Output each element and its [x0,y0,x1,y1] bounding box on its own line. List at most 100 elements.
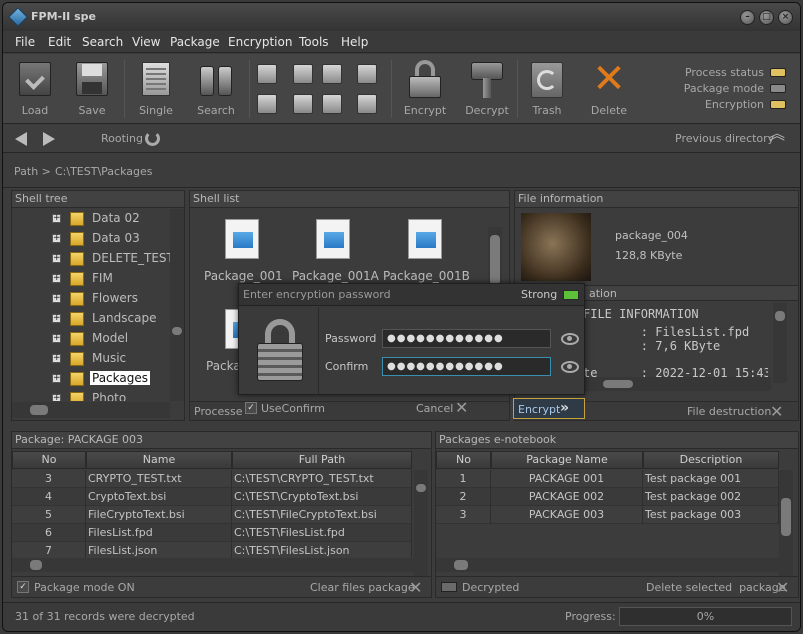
tree-item-selected[interactable]: + Packages [48,369,183,389]
package-thumbnail [521,213,591,281]
package-file-icon[interactable] [408,219,442,259]
tree-item[interactable]: + Photo [48,389,183,401]
process-label: Processe [194,405,243,418]
back-arrow-icon[interactable] [15,132,27,146]
table-row[interactable]: 2 PACKAGE 002 Test package 002 [436,488,779,506]
menu-search[interactable]: Search [82,35,123,49]
password-field[interactable]: ●●●●●●●●●●●● [382,329,551,348]
table-row[interactable]: 6 FilesList.fpd C:\TEST\FilesList.fpd [12,524,412,542]
menu-view[interactable]: View [132,35,160,49]
cancel-button[interactable]: Cancel [416,402,453,415]
table-cell: Test package 003 [643,506,779,524]
show-confirm-eye-icon[interactable] [561,361,579,373]
forward-arrow-icon[interactable] [43,132,55,146]
table-row[interactable]: 3 CRYPTO_TEST.txt C:\TEST\CRYPTO_TEST.txt [12,470,412,488]
load-button[interactable]: Load [9,58,61,120]
tree-vscroll[interactable] [170,209,184,401]
menu-package[interactable]: Package [170,35,220,49]
menu-encryption[interactable]: Encryption [228,35,292,49]
col-header-name[interactable]: Name [86,451,232,469]
folder-icon [70,252,84,266]
minimize-icon[interactable]: – [740,10,755,25]
dialog-header: Enter encryption password Strong [239,284,584,306]
decrypt-button[interactable]: Decrypt [461,58,513,120]
encrypt-dialog-button[interactable]: Encrypt » [513,398,585,419]
table-row[interactable]: 5 FileCryptoText.bsi C:\TEST\FileCryptoTex… [12,506,412,524]
use-confirm-checkbox[interactable]: ✓ [245,402,257,414]
table-row[interactable]: 4 CryptoText.bsi C:\TEST\CryptoText.bsi [12,488,412,506]
tree-item[interactable]: + Music [48,349,183,369]
clear-x-icon[interactable]: ✕ [409,578,422,597]
menu-tools[interactable]: Tools [299,35,329,49]
folder-icon [70,212,84,226]
notebook-panel: Packages e-notebook No Package Name Desc… [435,431,799,598]
table-cell: C:\TEST\FileCryptoText.bsi [232,506,412,524]
table-row[interactable]: 3 PACKAGE 003 Test package 003 [436,506,779,524]
tree-item[interactable]: + DELETE_TEST [48,249,183,269]
trash-button[interactable]: Trash [521,58,573,120]
notebook-vscroll[interactable] [779,470,793,576]
file-name[interactable]: Package_001B [383,269,470,283]
file-name[interactable]: Packa [206,359,241,373]
save-label: Save [78,104,106,117]
shell-tree-title: Shell tree [12,191,184,208]
shell-list-title: Shell list [190,191,509,208]
tools-icon[interactable] [293,94,313,114]
copy-icon[interactable] [257,64,277,84]
package-file-icon[interactable] [225,219,259,259]
delete-package-x-icon[interactable]: ✕ [776,578,789,597]
close-icon[interactable]: × [778,10,793,25]
package-file-icon[interactable] [316,219,350,259]
show-password-eye-icon[interactable] [561,333,579,345]
path-value[interactable]: C:\TEST\Packages [55,165,153,178]
list-icon[interactable] [322,64,342,84]
delete-label: Delete [590,104,628,117]
col-header-full-path[interactable]: Full Path [232,451,412,469]
delete-button[interactable]: ✕ Delete [583,58,635,120]
tree-item[interactable]: + Landscape [48,309,183,329]
folders-icon[interactable] [293,64,313,84]
tree-item[interactable]: + Data 02 [48,209,183,229]
add-icon[interactable] [257,94,277,114]
delete-selected-package-button[interactable]: Delete selected package [646,581,786,594]
drive-icon[interactable] [357,94,377,114]
tree-item[interactable]: + FIM [48,269,183,289]
cancel-x-icon[interactable]: ✕ [455,398,468,417]
encrypt-button[interactable]: Encrypt [399,58,451,120]
menu-edit[interactable]: Edit [48,35,71,49]
table-cell: FileCryptoText.bsi [86,506,232,524]
maximize-icon[interactable]: □ [759,10,774,25]
search-button[interactable]: Search [190,58,242,120]
package-vscroll[interactable] [414,470,428,576]
col-header-package-name[interactable]: Package Name [491,451,643,469]
save-button[interactable]: Save [66,58,118,120]
file-destruction-x-icon[interactable]: ✕ [770,402,783,421]
process-status-led [770,68,786,77]
confirm-field[interactable]: ●●●●●●●●●●●● [382,357,551,376]
refresh-icon[interactable] [145,131,160,146]
table-row[interactable]: 1 PACKAGE 001 Test package 001 [436,470,779,488]
grid-icon[interactable] [322,94,342,114]
col-header-no[interactable]: No [436,451,491,469]
file-name[interactable]: Package_001A [292,269,379,283]
menu-file[interactable]: File [15,35,35,49]
menu-help[interactable]: Help [341,35,368,49]
package-mode-checkbox[interactable]: ✓ [17,581,29,593]
col-header-description[interactable]: Description [643,451,779,469]
info-hscroll[interactable] [583,377,771,391]
col-header-no[interactable]: No [12,451,86,469]
tree-item[interactable]: + Data 03 [48,229,183,249]
clear-files-package-button[interactable]: Clear files package [310,581,415,594]
notebook-hscroll[interactable] [436,558,779,572]
checklist-icon[interactable] [357,64,377,84]
tree-item[interactable]: + Flowers [48,289,183,309]
up-chevron-icon[interactable]: ︽ [769,126,785,142]
single-button[interactable]: Single [130,58,182,120]
tree-item[interactable]: + Model [48,329,183,349]
file-name[interactable]: Package_001 [204,269,283,283]
file-destruction-button[interactable]: File destruction [687,405,771,418]
package-hscroll[interactable] [12,558,414,572]
table-cell: CryptoText.bsi [86,488,232,506]
tree-hscroll[interactable] [12,402,170,418]
info-vscroll[interactable] [773,303,787,383]
